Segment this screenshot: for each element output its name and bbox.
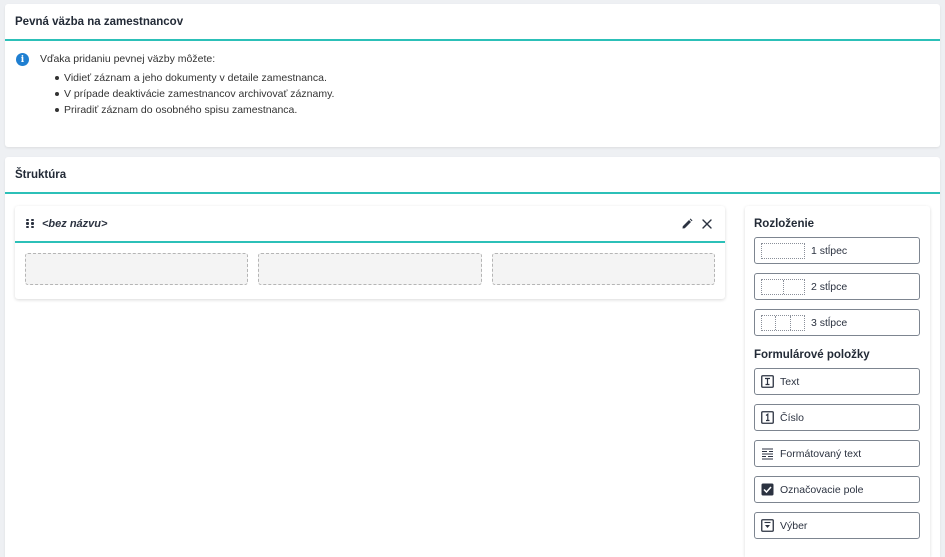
section-header: <bez názvu> [15,206,725,243]
column-drop-zone[interactable] [25,253,249,285]
info-text: Vďaka pridaniu pevnej väzby môžete: [40,53,216,65]
checkbox-icon [761,483,774,496]
toolbox-sidebar: Rozloženie 1 stĺpec 2 stĺpce 3 stĺpce Fo… [745,206,930,557]
layout-1-column-button[interactable]: 1 stĺpec [754,237,920,264]
tool-label: 2 stĺpce [811,280,848,293]
section-title: <bez názvu> [42,217,108,230]
number-field-icon [761,411,774,424]
tool-label: Text [780,375,800,388]
add-checkbox-button[interactable]: Označovacie pole [754,476,920,503]
column-drop-zone[interactable] [258,253,482,285]
tool-label: Výber [780,519,808,532]
tool-label: Formátovaný text [780,447,862,460]
tool-label: 1 stĺpec [811,244,848,257]
list-item: V prípade deaktivácie zamestnancov archi… [55,86,940,102]
info-icon: i [16,53,29,66]
list-item: Priradiť záznam do osobného spisu zamest… [55,102,940,118]
add-rich-text-button[interactable]: Formátovaný text [754,440,920,467]
two-column-layout-icon [761,278,805,295]
list-item: Vidieť záznam a jeho dokumenty v detaile… [55,70,940,86]
structure-card: Štruktúra <bez názvu> Rozloženie 1 stĺpe… [5,157,940,557]
structure-title: Štruktúra [5,157,940,194]
layout-2-columns-button[interactable]: 2 stĺpce [754,273,920,300]
form-items-title: Formulárové položky [754,349,870,361]
tool-label: Označovacie pole [780,483,864,496]
three-column-layout-icon [761,314,805,331]
add-text-field-button[interactable]: Text [754,368,920,395]
info-row: i Vďaka pridaniu pevnej väzby môžete: [5,41,940,66]
column-drop-zone[interactable] [491,253,715,285]
fixed-binding-title: Pevná väzba na zamestnancov [5,4,940,41]
drag-handle-icon[interactable] [26,218,34,229]
section-columns [15,243,725,285]
text-field-icon [761,375,774,388]
add-select-button[interactable]: Výber [754,512,920,539]
benefits-list: Vidieť záznam a jeho dokumenty v detaile… [5,70,940,118]
pencil-icon[interactable] [681,218,693,230]
rich-text-icon [762,448,773,460]
fixed-binding-card: Pevná väzba na zamestnancov i Vďaka prid… [5,4,940,147]
one-column-layout-icon [761,242,805,259]
close-icon[interactable] [701,218,713,230]
add-number-field-button[interactable]: Číslo [754,404,920,431]
tool-label: 3 stĺpce [811,316,848,329]
layout-3-columns-button[interactable]: 3 stĺpce [754,309,920,336]
form-section[interactable]: <bez názvu> [15,206,725,299]
select-icon [761,519,774,532]
layout-title: Rozloženie [754,218,815,230]
tool-label: Číslo [780,411,804,424]
